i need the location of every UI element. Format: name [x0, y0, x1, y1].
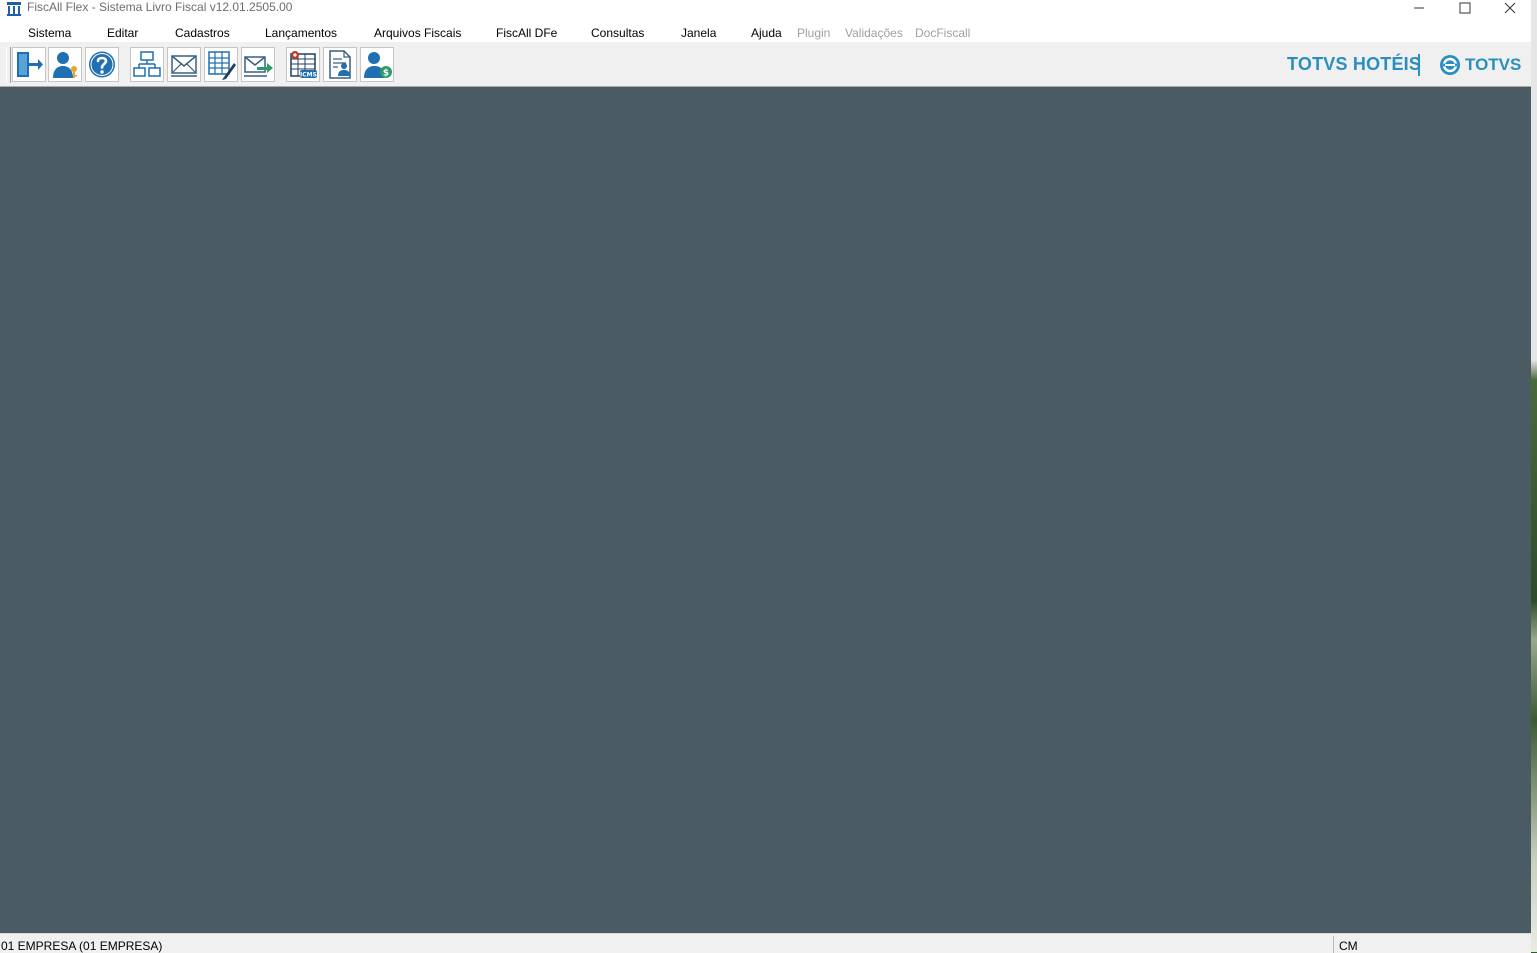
- title-bar[interactable]: FiscAll Flex - Sistema Livro Fiscal v12.…: [0, 0, 1531, 22]
- menu-cadastros[interactable]: Cadastros: [175, 26, 230, 40]
- totvs-logo-icon: [1440, 55, 1460, 75]
- app-window: FiscAll Flex - Sistema Livro Fiscal v12.…: [0, 0, 1531, 953]
- user-money-button[interactable]: $: [360, 47, 394, 82]
- menu-bar: Sistema Editar Cadastros Lançamentos Arq…: [0, 22, 1531, 42]
- money-badge: $: [383, 69, 389, 79]
- mdi-workspace[interactable]: [0, 87, 1531, 933]
- grid-edit-icon: [208, 51, 236, 80]
- menu-plugin: Plugin: [797, 26, 831, 40]
- minimize-icon: [1414, 7, 1424, 9]
- status-divider: [1333, 936, 1334, 953]
- menu-editar[interactable]: Editar: [107, 26, 138, 40]
- grid-edit-button[interactable]: [204, 47, 238, 82]
- menu-fiscall-dfe[interactable]: FiscAll DFe: [496, 26, 557, 40]
- brand-totvs-hoteis: TOTVS HOTÉIS: [1287, 54, 1422, 74]
- menu-docfiscall: DocFiscall: [915, 26, 971, 40]
- brand-divider: [1418, 54, 1420, 76]
- org-chart-button[interactable]: [130, 47, 164, 82]
- user-money-icon: $: [364, 52, 392, 79]
- status-mode: CM: [1339, 939, 1358, 953]
- status-bar: 01 EMPRESA (01 EMPRESA) CM: [0, 933, 1531, 953]
- exit-door-icon: [17, 52, 43, 77]
- status-company: 01 EMPRESA (01 EMPRESA): [1, 939, 163, 953]
- close-button[interactable]: [1487, 0, 1533, 18]
- document-user-button[interactable]: [323, 47, 357, 82]
- help-button[interactable]: [85, 47, 119, 82]
- send-mail-button[interactable]: [241, 47, 275, 82]
- building-columns-icon: [7, 2, 21, 16]
- send-mail-icon: [244, 56, 273, 77]
- icms-table-icon: ICMS: [290, 51, 317, 79]
- menu-consultas[interactable]: Consultas: [591, 26, 644, 40]
- menu-lancamentos[interactable]: Lançamentos: [265, 26, 337, 40]
- menu-janela[interactable]: Janela: [681, 26, 716, 40]
- envelope-button[interactable]: [167, 47, 201, 82]
- maximize-icon: [1459, 2, 1471, 14]
- close-icon: [1504, 2, 1516, 14]
- user-key-icon: [53, 52, 77, 78]
- window-title: FiscAll Flex - Sistema Livro Fiscal v12.…: [27, 0, 293, 14]
- icms-table-button[interactable]: ICMS: [286, 47, 320, 82]
- user-key-button[interactable]: [48, 47, 82, 82]
- maximize-button[interactable]: [1442, 0, 1488, 18]
- envelope-icon: [171, 55, 197, 77]
- help-question-icon: [89, 51, 115, 78]
- document-user-icon: [329, 50, 351, 79]
- menu-validacoes: Validações: [845, 26, 903, 40]
- toolbar-grip[interactable]: [6, 47, 11, 83]
- desktop-edge: [1531, 0, 1537, 952]
- icms-badge: ICMS: [300, 72, 317, 79]
- org-chart-icon: [133, 51, 161, 77]
- menu-sistema[interactable]: Sistema: [28, 26, 71, 40]
- minimize-button[interactable]: [1396, 0, 1442, 18]
- menu-arquivos-fiscais[interactable]: Arquivos Fiscais: [374, 26, 461, 40]
- menu-ajuda[interactable]: Ajuda: [751, 26, 782, 40]
- brand-totvs: TOTVS: [1465, 55, 1522, 74]
- exit-button[interactable]: [12, 47, 46, 82]
